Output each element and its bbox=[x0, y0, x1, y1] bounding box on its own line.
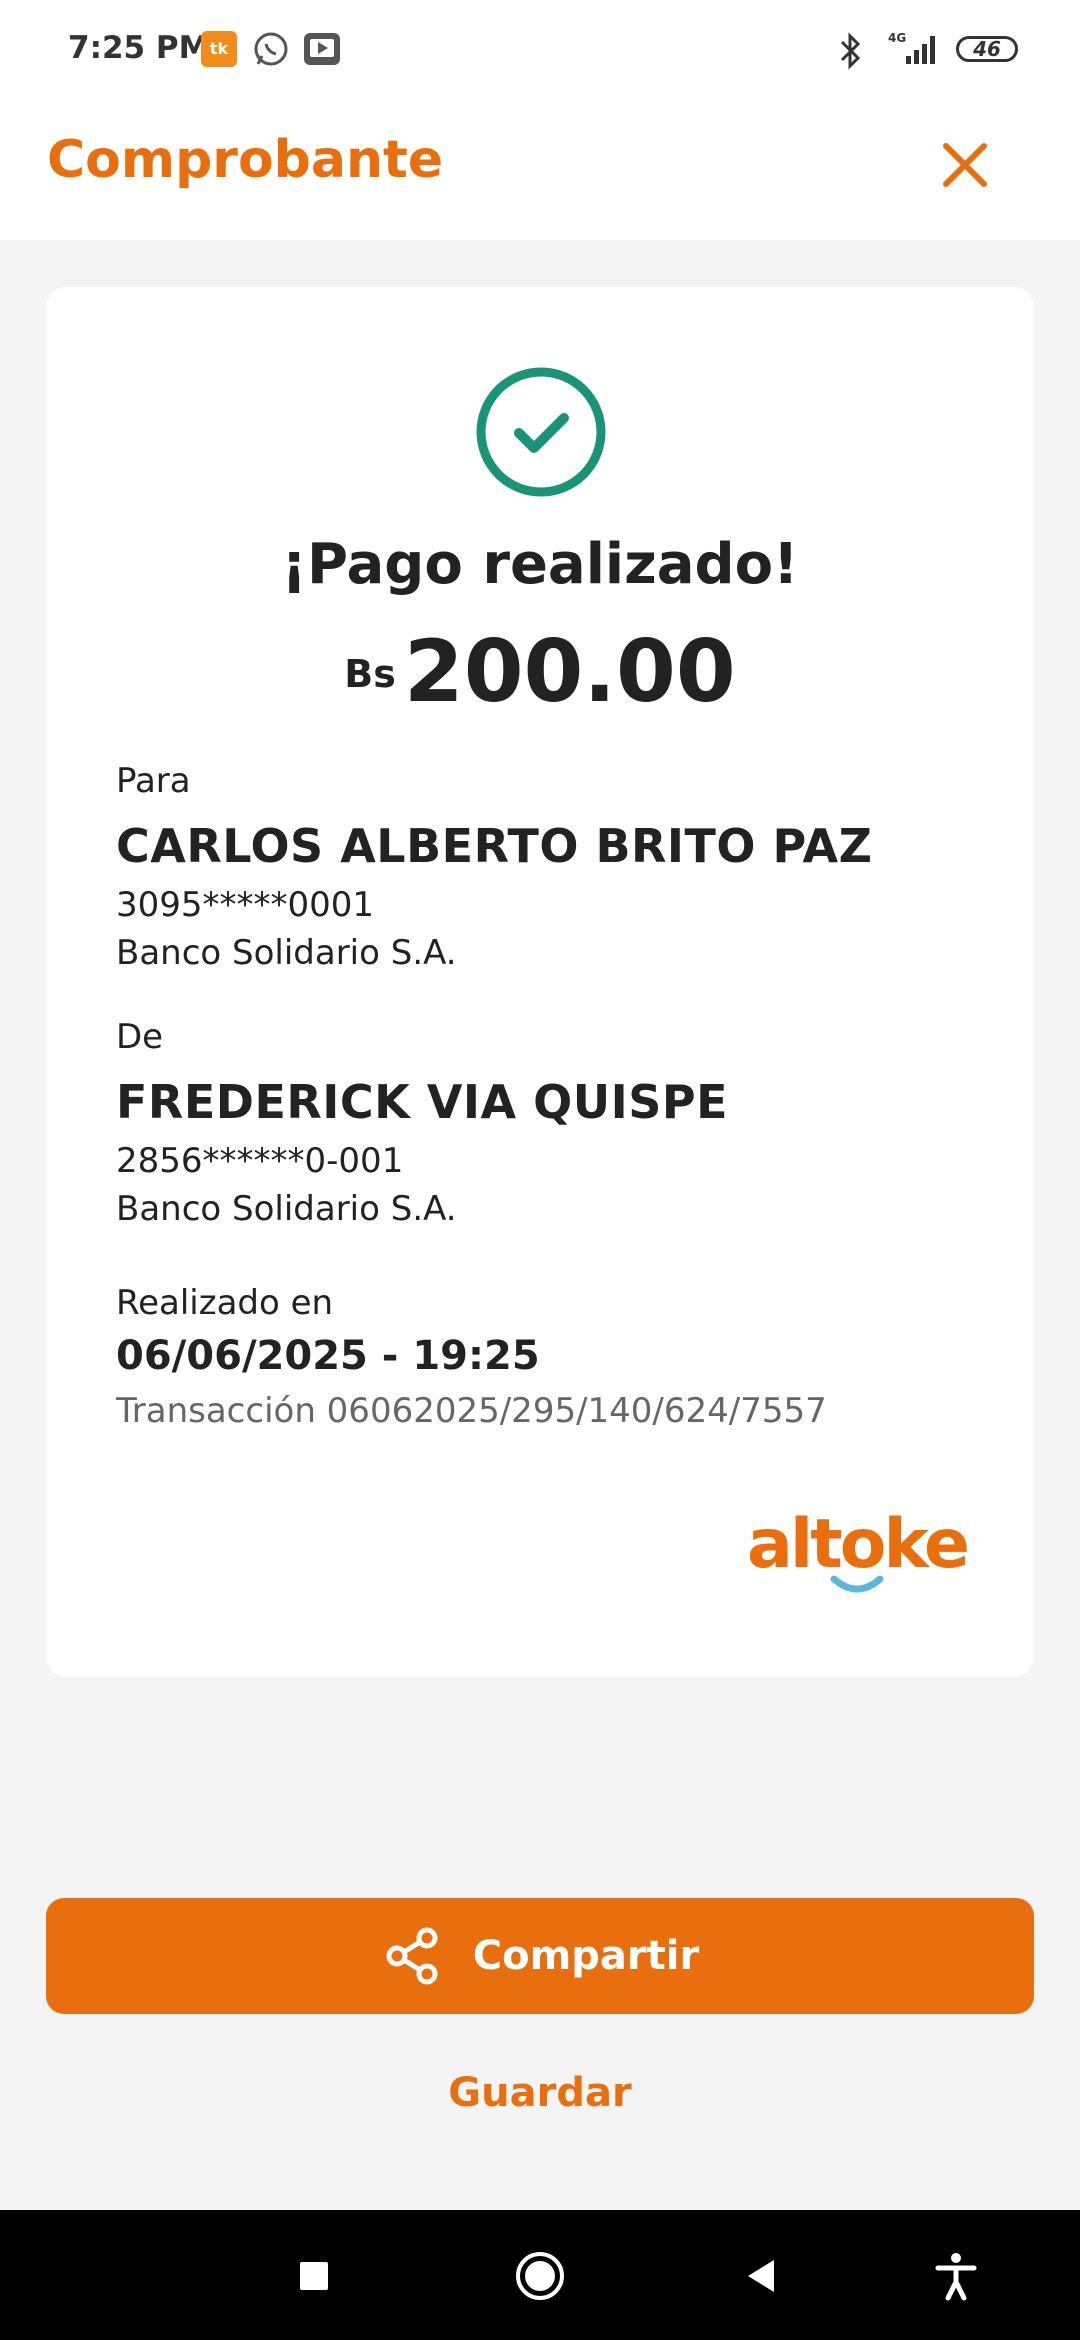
network-type-label: 4G bbox=[888, 31, 906, 45]
recipient-label: Para bbox=[116, 761, 191, 801]
recipient-account: 3095*****0001 bbox=[116, 885, 375, 925]
date-label: Realizado en bbox=[116, 1283, 334, 1323]
status-bar: 7:25 PM tk 4G 46 bbox=[0, 0, 1080, 100]
app-header: Comprobante bbox=[0, 100, 1080, 240]
close-icon bbox=[943, 143, 987, 187]
home-circle-icon[interactable] bbox=[512, 2248, 568, 2304]
transaction-datetime: 06/06/2025 - 19:25 bbox=[116, 1333, 540, 1379]
battery-icon: 46 bbox=[956, 36, 1018, 62]
whatsapp-icon bbox=[252, 30, 290, 72]
check-circle-icon bbox=[476, 367, 606, 497]
recipient-bank: Banco Solidario S.A. bbox=[116, 933, 457, 973]
amount-currency: Bs bbox=[344, 652, 396, 696]
brand-wordmark: altoke bbox=[747, 1507, 967, 1584]
svg-text:tk: tk bbox=[210, 39, 229, 58]
youtube-icon bbox=[302, 30, 342, 72]
sender-label: De bbox=[116, 1017, 164, 1057]
close-button[interactable] bbox=[930, 130, 1000, 200]
signal-icon: 4G bbox=[884, 30, 944, 72]
share-label: Compartir bbox=[472, 1933, 700, 1979]
sender-account: 2856******0-001 bbox=[116, 1141, 404, 1181]
sender-bank: Banco Solidario S.A. bbox=[116, 1189, 457, 1229]
bluetooth-icon bbox=[834, 32, 866, 74]
payment-success-title: ¡Pago realizado! bbox=[281, 532, 799, 597]
altoke-logo: altoke bbox=[747, 1507, 970, 1593]
system-nav-bar bbox=[0, 2210, 1080, 2340]
save-button[interactable]: Guardar bbox=[0, 2070, 1080, 2116]
back-triangle-icon[interactable] bbox=[734, 2248, 790, 2304]
receipt-card: ¡Pago realizado! Bs200.00 Para CARLOS AL… bbox=[46, 287, 1034, 1677]
accessibility-icon[interactable] bbox=[928, 2248, 984, 2304]
status-time: 7:25 PM bbox=[68, 30, 210, 66]
share-icon bbox=[386, 1927, 438, 1985]
amount-value: 200.00 bbox=[403, 622, 736, 722]
sender-name: FREDERICK VIA QUISPE bbox=[116, 1075, 728, 1129]
tk-app-icon: tk bbox=[200, 30, 238, 72]
transaction-id: Transacción 06062025/295/140/624/7557 bbox=[116, 1391, 827, 1431]
page-title: Comprobante bbox=[47, 130, 444, 190]
share-button[interactable]: Compartir bbox=[46, 1898, 1034, 2014]
amount: Bs200.00 bbox=[46, 622, 1034, 722]
recipient-name: CARLOS ALBERTO BRITO PAZ bbox=[116, 819, 873, 873]
recents-square-icon[interactable] bbox=[286, 2248, 342, 2304]
